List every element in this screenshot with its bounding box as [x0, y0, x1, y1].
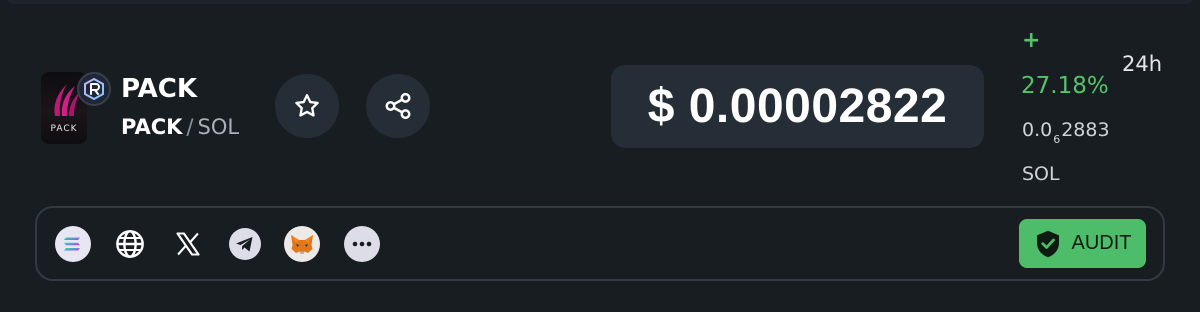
- pair-quote-symbol[interactable]: SOL: [197, 115, 239, 139]
- token-header-card: PACK PACK PACK / SOL $ 0.00002822 + 27.1…: [0, 0, 1200, 312]
- shield-check-icon: [1036, 230, 1059, 257]
- pair-separator: /: [186, 115, 194, 139]
- sol-price: 0.062883: [1022, 117, 1110, 153]
- price-display: $ 0.00002822: [611, 65, 984, 148]
- sol-price-prefix: 0.0: [1022, 119, 1053, 141]
- sol-price-digits: 2883: [1061, 119, 1110, 141]
- logo-wordmark: PACK: [50, 124, 78, 134]
- raydium-icon: [77, 72, 111, 106]
- change-sign: +: [1022, 28, 1041, 53]
- usd-price: $ 0.00002822: [647, 80, 948, 133]
- solana-icon[interactable]: [55, 226, 91, 262]
- globe-icon[interactable]: [112, 226, 148, 262]
- token-name: PACK: [121, 74, 198, 104]
- change-percent: 27.18%: [1021, 73, 1109, 99]
- claw-mark-icon: [54, 84, 80, 116]
- metamask-icon[interactable]: [284, 226, 320, 262]
- x-icon[interactable]: [170, 226, 206, 262]
- share-icon: [385, 92, 411, 120]
- sol-price-zero-count: 6: [1053, 133, 1061, 146]
- card-top-edge: [8, 0, 1192, 4]
- favorite-button[interactable]: [275, 74, 339, 138]
- telegram-icon[interactable]: [227, 226, 263, 262]
- sol-price-unit: SOL: [1022, 163, 1060, 185]
- star-icon: [295, 94, 319, 117]
- more-icon[interactable]: [344, 226, 380, 262]
- audit-label: AUDIT: [1071, 232, 1132, 254]
- trading-pair: PACK / SOL: [121, 113, 239, 141]
- audit-button[interactable]: AUDIT: [1019, 219, 1146, 268]
- change-period: 24h: [1122, 52, 1163, 76]
- pair-base-symbol[interactable]: PACK: [121, 115, 182, 139]
- share-button[interactable]: [366, 74, 430, 138]
